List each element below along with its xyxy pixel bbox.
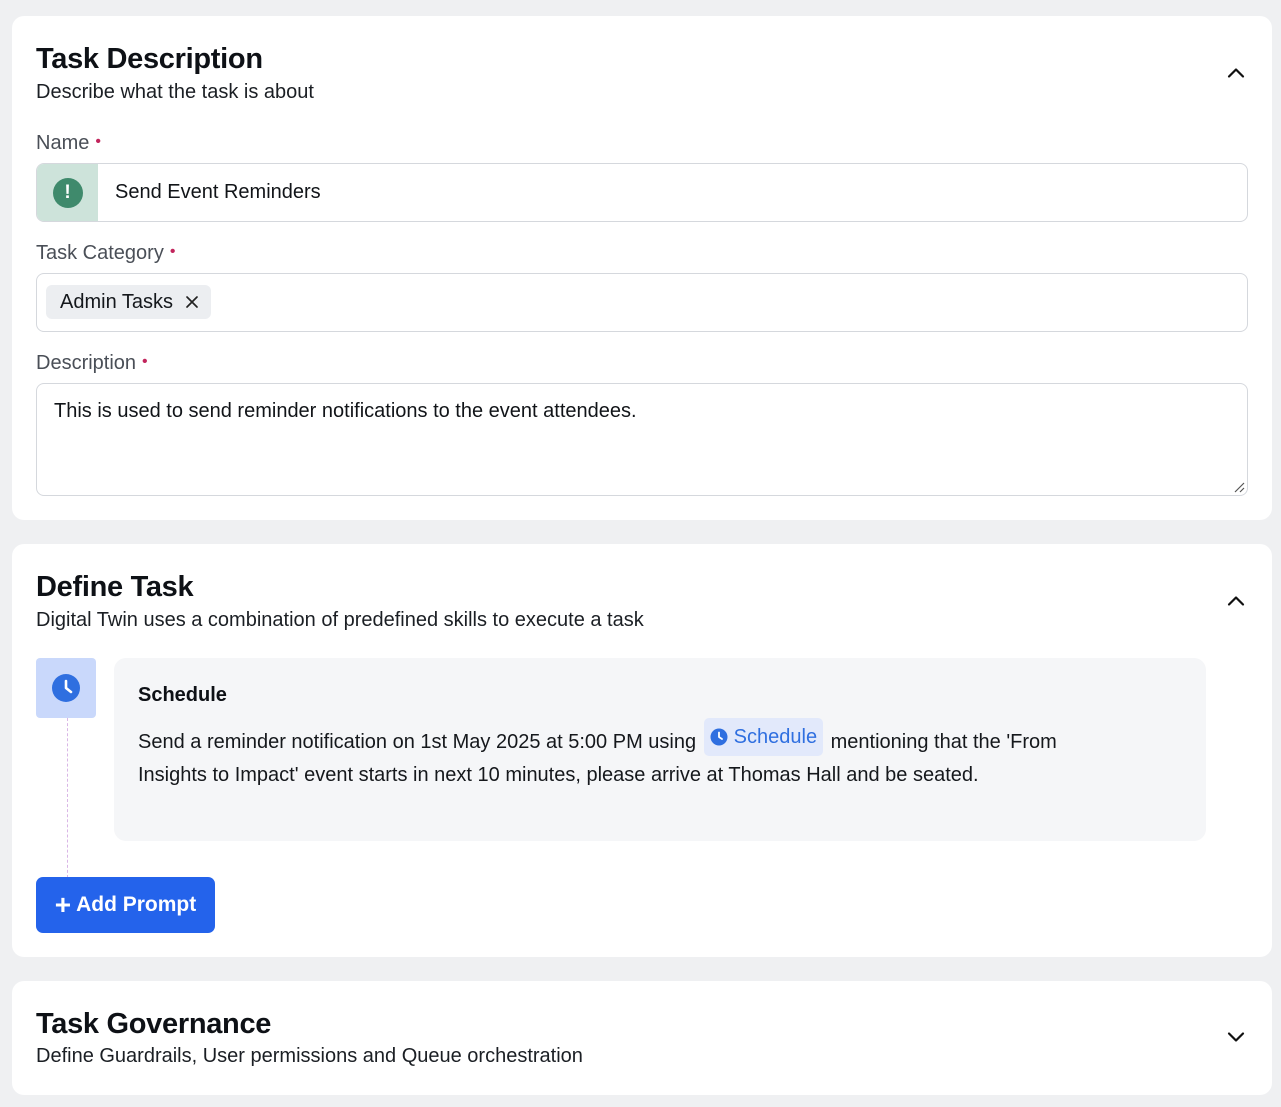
task-description-title: Task Description	[36, 43, 263, 75]
name-status-prefix: !	[37, 164, 98, 221]
task-description-subtitle: Describe what the task is about	[36, 81, 314, 103]
chevron-up-icon[interactable]	[1224, 589, 1248, 613]
description-textarea[interactable]: This is used to send reminder notificati…	[36, 383, 1248, 496]
task-category-label: Task Category •	[36, 242, 175, 265]
category-chip: Admin Tasks	[46, 285, 212, 319]
task-governance-title: Task Governance	[36, 1008, 272, 1040]
required-marker: •	[95, 133, 101, 150]
name-value[interactable]: Send Event Reminders	[115, 164, 321, 221]
prompt-text-before: Send a reminder notification on 1st May …	[138, 731, 697, 753]
chevron-down-icon[interactable]	[1224, 1025, 1248, 1049]
plus-icon: +	[54, 889, 72, 920]
add-prompt-button[interactable]: + Add Prompt	[36, 877, 215, 933]
name-label-text: Name	[36, 132, 90, 154]
prompt-title: Schedule	[138, 684, 227, 706]
close-icon[interactable]	[185, 295, 199, 309]
prompt-body: Send a reminder notification on 1st May …	[138, 718, 1098, 792]
chevron-up-icon[interactable]	[1224, 61, 1248, 85]
exclamation-icon-glyph: !	[64, 181, 71, 203]
task-category-field[interactable]: Admin Tasks	[36, 273, 1248, 332]
resize-handle-icon[interactable]	[1231, 479, 1245, 493]
define-task-card: Define Task Digital Twin uses a combinat…	[12, 544, 1272, 957]
define-task-title: Define Task	[36, 571, 194, 603]
name-label: Name •	[36, 132, 101, 155]
category-chip-label: Admin Tasks	[60, 290, 174, 313]
skill-tag-label: Schedule	[733, 726, 818, 748]
schedule-step-icon	[36, 658, 96, 718]
exclamation-icon: !	[52, 177, 83, 208]
task-category-label-text: Task Category	[36, 242, 164, 264]
task-description-card: Task Description Describe what the task …	[12, 16, 1272, 520]
define-task-subtitle: Digital Twin uses a combination of prede…	[36, 609, 644, 631]
task-governance-card[interactable]: Task Governance Define Guardrails, User …	[12, 981, 1272, 1095]
add-prompt-label: Add Prompt	[76, 893, 197, 916]
clock-icon	[52, 674, 80, 702]
description-label: Description •	[36, 352, 148, 375]
clock-icon	[710, 728, 728, 746]
required-marker: •	[142, 353, 148, 370]
step-connector	[67, 718, 68, 878]
schedule-skill-tag[interactable]: Schedule	[703, 718, 824, 756]
description-label-text: Description	[36, 352, 137, 374]
task-governance-subtitle: Define Guardrails, User permissions and …	[36, 1045, 583, 1067]
schedule-prompt-card[interactable]: Schedule Send a reminder notification on…	[114, 658, 1206, 841]
required-marker: •	[169, 243, 176, 260]
name-field[interactable]: ! Send Event Reminders	[36, 163, 1248, 222]
description-value[interactable]: This is used to send reminder notificati…	[54, 400, 637, 423]
